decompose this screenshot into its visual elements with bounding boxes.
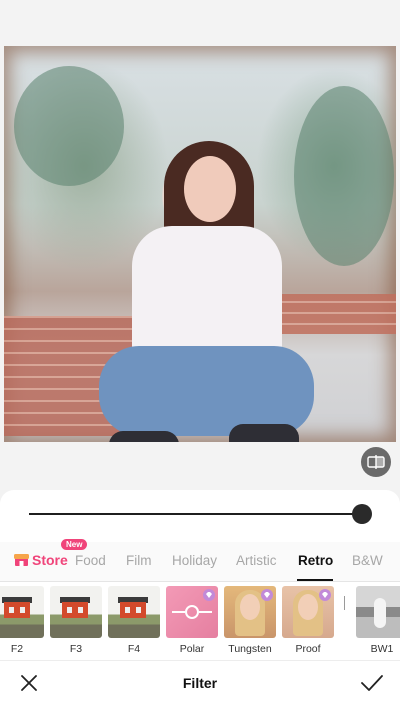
close-button[interactable] (18, 672, 40, 694)
thumb-graphic (172, 611, 185, 613)
vip-badge-icon (203, 589, 215, 601)
category-tabs: Store New Food Film Holiday Artistic Ret… (0, 539, 400, 582)
filter-panel: Store New Food Film Holiday Artistic Ret… (0, 490, 400, 711)
filter-thumbnails: F2 F3 F4 Polar Tungsten Proof BW1 (0, 586, 400, 658)
thumb-graphic (374, 598, 386, 628)
divider (0, 660, 400, 661)
tab-film[interactable]: Film (126, 553, 152, 568)
thumb-graphic (67, 607, 72, 613)
edited-photo (4, 46, 396, 442)
filter-thumb-bw1[interactable] (356, 586, 400, 638)
filter-thumb-f3[interactable] (50, 586, 102, 638)
filter-thumb-f2[interactable] (0, 586, 44, 638)
thumb-graphic (9, 607, 14, 613)
subject-sweater (132, 226, 282, 356)
filter-label: Tungsten (228, 643, 272, 655)
compare-button[interactable] (361, 447, 391, 477)
intensity-slider-track[interactable] (29, 513, 362, 515)
store-tab[interactable]: Store (14, 552, 68, 568)
close-icon (21, 675, 37, 691)
adjust-icon (185, 605, 199, 619)
vip-badge-icon (261, 589, 273, 601)
filter-thumb-polar[interactable] (166, 586, 218, 638)
confirm-button[interactable] (360, 671, 384, 695)
brick-wall (266, 294, 396, 334)
divider (0, 581, 400, 582)
plant-decoration (294, 86, 394, 266)
filter-thumb-f4[interactable] (108, 586, 160, 638)
filter-label: Proof (295, 643, 321, 655)
filter-thumb-proof[interactable] (282, 586, 334, 638)
tab-holiday[interactable]: Holiday (172, 553, 217, 568)
checkmark-icon (361, 675, 383, 691)
thumb-graphic (298, 594, 318, 620)
tab-food[interactable]: Food (75, 553, 106, 568)
panel-title: Filter (182, 675, 218, 691)
tab-bw[interactable]: B&W (352, 553, 383, 568)
intensity-slider-knob[interactable] (352, 504, 372, 524)
thumb-graphic (78, 607, 83, 613)
filter-label: Polar (179, 643, 205, 655)
group-divider (344, 596, 345, 610)
compare-split-icon (367, 455, 385, 469)
filter-label: BW1 (370, 643, 394, 655)
new-badge: New (61, 539, 88, 550)
subject-shoe (229, 424, 299, 442)
filter-thumb-tungsten[interactable] (224, 586, 276, 638)
subject-shoe (109, 431, 179, 442)
thumb-graphic (136, 607, 141, 613)
subject-face (184, 156, 236, 222)
filter-label: F2 (10, 643, 24, 655)
thumb-graphic (125, 607, 130, 613)
store-label: Store (32, 552, 68, 568)
thumb-graphic (62, 602, 88, 618)
thumb-graphic (199, 611, 212, 613)
tab-artistic[interactable]: Artistic (236, 553, 277, 568)
thumb-graphic (4, 602, 30, 618)
thumb-graphic (120, 602, 146, 618)
subject-jeans (99, 346, 314, 436)
bottom-toolbar: Filter (0, 660, 400, 711)
filter-label: F3 (69, 643, 83, 655)
tab-retro[interactable]: Retro (298, 553, 333, 568)
photo-preview-area (0, 0, 400, 490)
vip-badge-icon (319, 589, 331, 601)
thumb-graphic (20, 607, 25, 613)
store-icon (14, 554, 29, 566)
plant-decoration (14, 66, 124, 186)
filter-label: F4 (127, 643, 141, 655)
thumb-graphic (240, 594, 260, 620)
